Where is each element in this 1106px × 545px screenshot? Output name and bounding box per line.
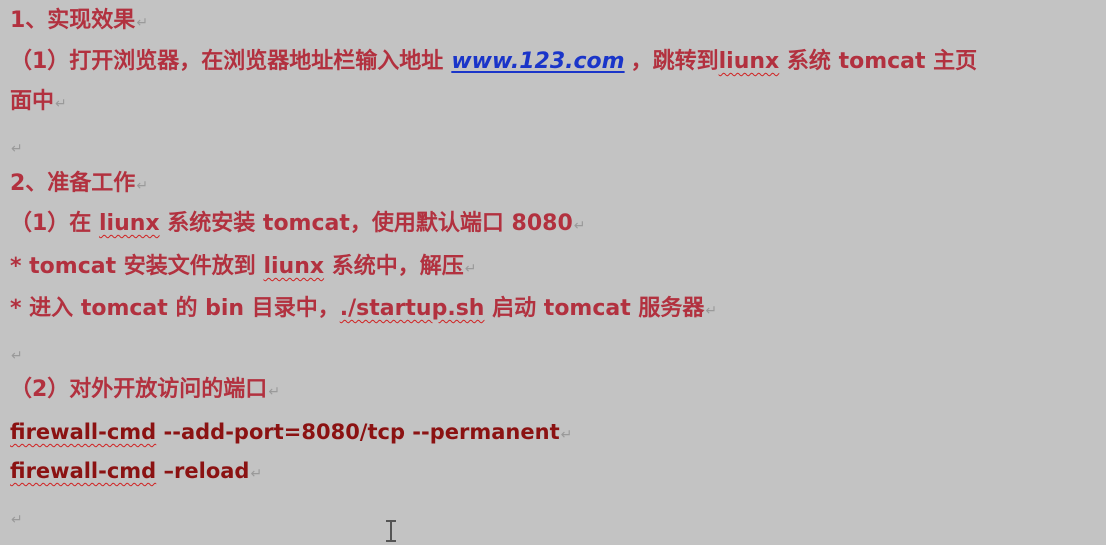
effect-description-prefix: （1）打开浏览器，在浏览器地址栏输入地址	[10, 49, 444, 74]
empty-paragraph: ↵	[10, 132, 23, 164]
firewall-reload-command: firewall-cmd –reload↵	[10, 456, 262, 489]
extract-tomcat-prefix: * tomcat 安装文件放到	[10, 254, 256, 279]
spellcheck-word: liunx	[718, 49, 780, 74]
paragraph-mark-icon: ↵	[136, 178, 149, 194]
open-port-text: （2）对外开放访问的端口	[10, 377, 268, 402]
empty-paragraph: ↵	[10, 503, 23, 535]
heading-effect-text: 1、实现效果	[10, 8, 136, 33]
paragraph-mark-icon: ↵	[268, 384, 281, 400]
effect-description-end: 面中	[10, 89, 55, 114]
start-tomcat-prefix: * 进入 tomcat 的 bin 目录中，	[10, 296, 340, 321]
paragraph-mark-icon: ↵	[250, 466, 263, 482]
heading-effect: 1、实现效果↵	[10, 6, 148, 38]
open-port-heading: （2）对外开放访问的端口↵	[10, 375, 280, 407]
paragraph-mark-icon: ↵	[705, 303, 718, 319]
paragraph-mark-icon: ↵	[11, 141, 23, 157]
paragraph-mark-icon: ↵	[11, 512, 23, 528]
start-tomcat-suffix: 启动 tomcat 服务器	[492, 296, 705, 321]
install-tomcat-suffix: 系统安装 tomcat，使用默认端口 8080	[167, 211, 573, 236]
spellcheck-word: liunx	[98, 211, 160, 236]
paragraph-mark-icon: ↵	[464, 261, 477, 277]
extract-tomcat-suffix: 系统中，解压	[331, 254, 464, 279]
spellcheck-word: liunx	[263, 254, 325, 279]
effect-description-mid: ，跳转到	[630, 49, 719, 74]
start-tomcat-line: * 进入 tomcat 的 bin 目录中，./startup.sh 启动 to…	[10, 294, 717, 326]
heading-preparation: 2、准备工作↵	[10, 169, 148, 201]
spellcheck-word: firewall-cmd	[10, 420, 157, 444]
document-page: 1、实现效果↵ （1）打开浏览器，在浏览器地址栏输入地址 www.123.com，…	[0, 0, 1106, 545]
spellcheck-word: firewall-cmd	[10, 459, 157, 483]
spellcheck-word: ./startup.sh	[339, 296, 485, 321]
paragraph-mark-icon: ↵	[11, 348, 23, 364]
firewall-add-port-command: firewall-cmd --add-port=8080/tcp --perma…	[10, 417, 572, 450]
effect-description-line: （1）打开浏览器，在浏览器地址栏输入地址 www.123.com ，跳转到liunx…	[10, 47, 977, 77]
paragraph-mark-icon: ↵	[560, 427, 573, 443]
empty-paragraph: ↵	[10, 339, 23, 371]
paragraph-mark-icon: ↵	[573, 218, 586, 234]
paragraph-mark-icon: ↵	[55, 96, 67, 112]
effect-description-continuation: 面中↵	[10, 87, 67, 119]
firewall-add-port-args: --add-port=8080/tcp --permanent	[156, 420, 560, 444]
effect-description-suffix: 系统 tomcat 主页	[786, 49, 978, 74]
extract-tomcat-line: * tomcat 安装文件放到 liunx 系统中，解压↵	[10, 252, 477, 284]
heading-preparation-text: 2、准备工作	[10, 171, 136, 196]
text-cursor-icon	[386, 519, 396, 543]
install-tomcat-line: （1）在 liunx 系统安装 tomcat，使用默认端口 8080↵	[10, 209, 586, 241]
install-tomcat-prefix: （1）在	[10, 211, 92, 236]
paragraph-mark-icon: ↵	[136, 15, 149, 31]
firewall-reload-args: –reload	[156, 459, 250, 483]
url-link[interactable]: www.123.com	[451, 49, 624, 74]
